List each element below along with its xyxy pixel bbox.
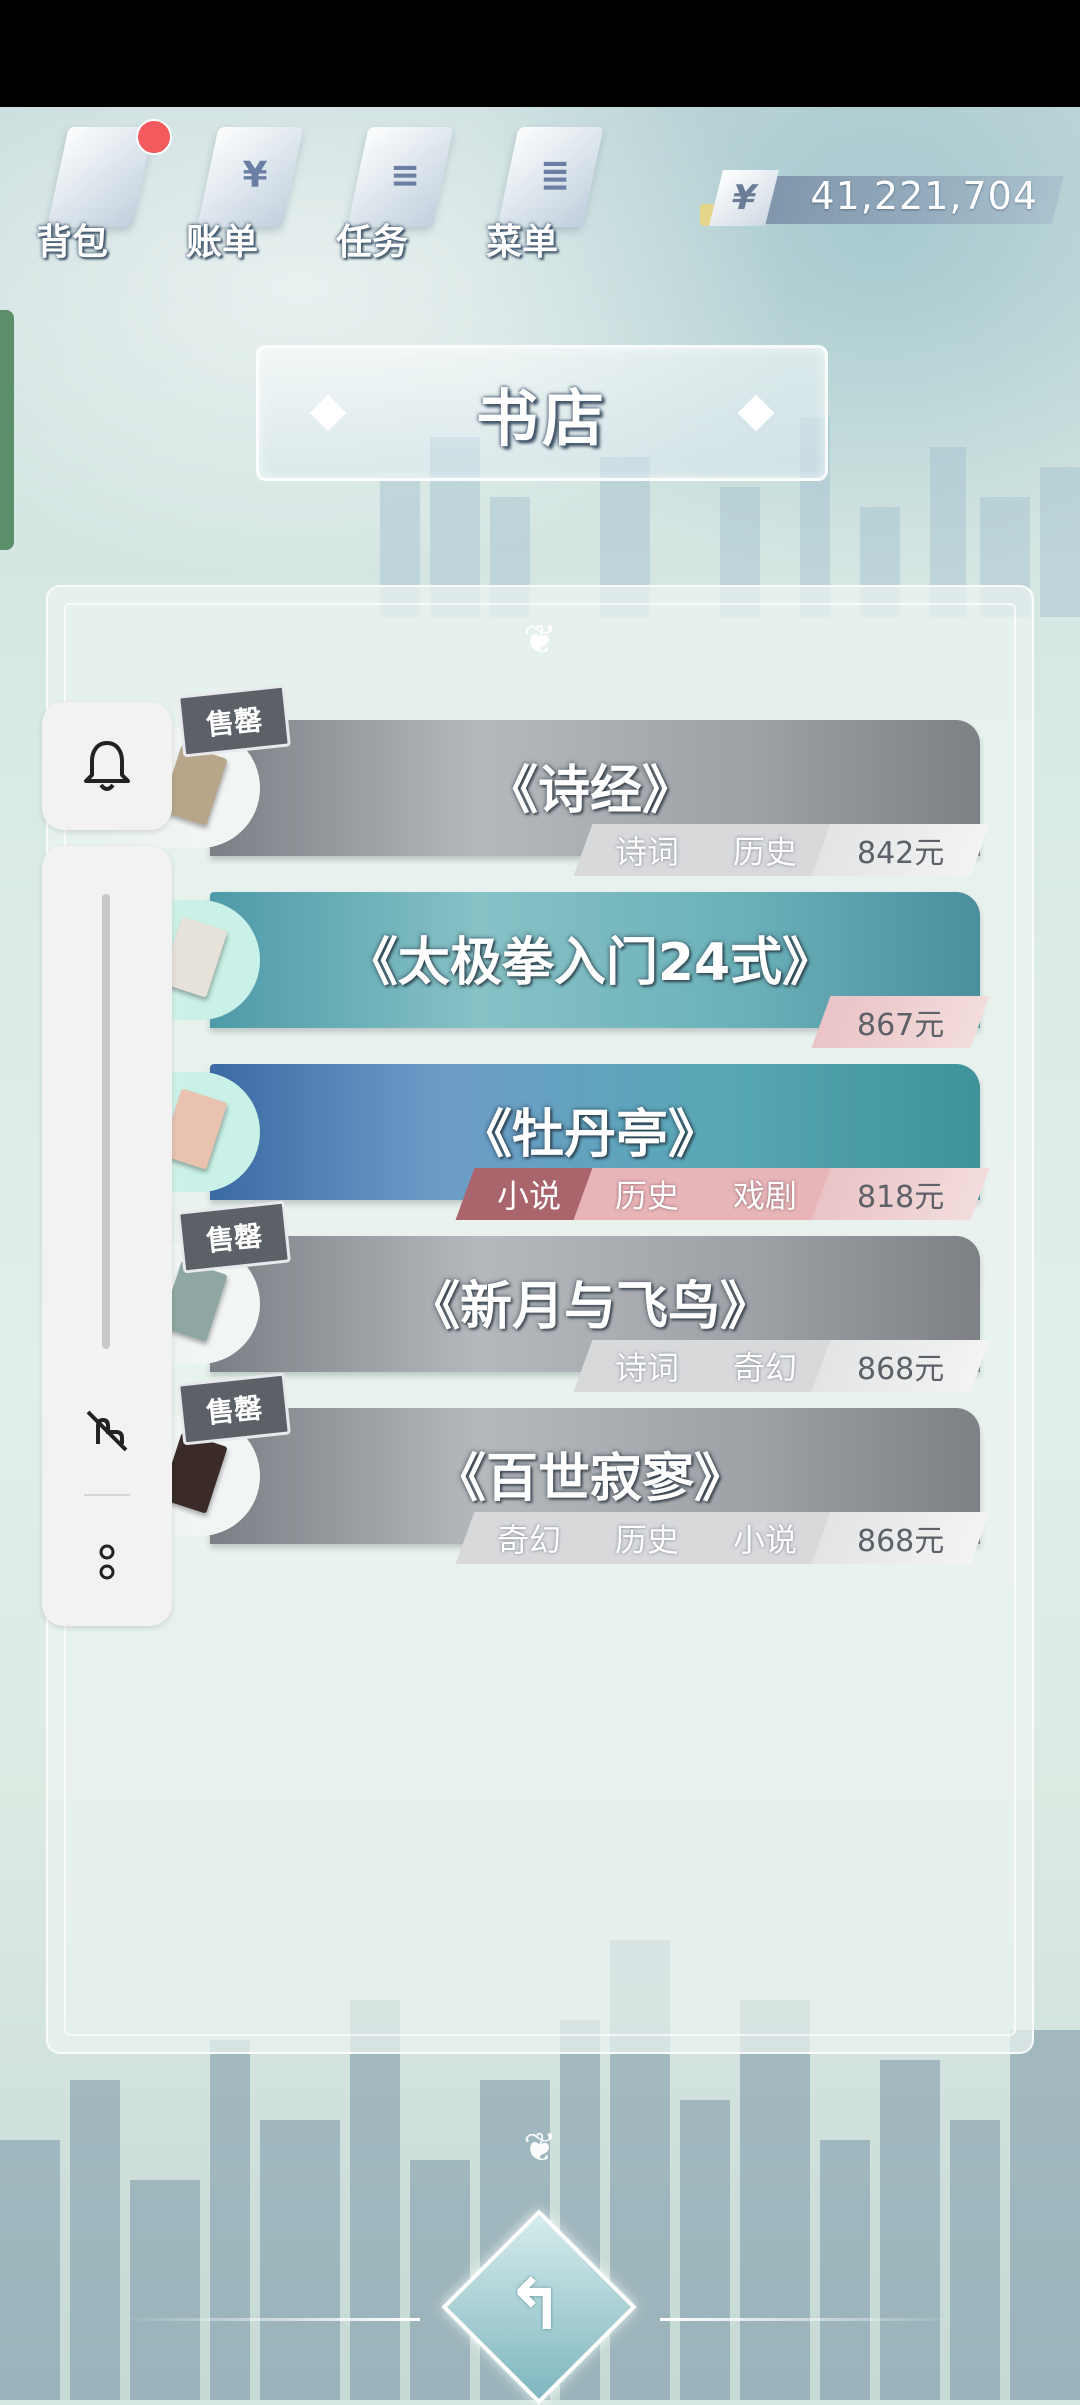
bill-button[interactable]: ¥ 账单 — [180, 115, 310, 265]
tag-label: 奇幻 — [732, 1349, 797, 1387]
gesture-off-icon — [86, 1410, 128, 1452]
tag-label: 小说 — [496, 1177, 561, 1215]
book-row[interactable]: 《太极拳入门24式》 867元 — [90, 892, 990, 1048]
ornament-bottom-icon: ❦ — [523, 2125, 557, 2171]
menu-button[interactable]: ≣ 菜单 — [480, 115, 610, 265]
edge-tab[interactable] — [0, 310, 14, 550]
more-options-button[interactable] — [72, 1528, 142, 1598]
book-tags: 小说 历史 戏剧 818元 — [455, 1168, 990, 1220]
bill-label: 账单 — [186, 222, 259, 263]
tag-label: 诗词 — [614, 833, 679, 871]
task-glyph: ≡ — [389, 154, 421, 196]
book-tags: 奇幻 历史 小说 868元 — [455, 1512, 990, 1564]
task-label: 任务 — [336, 222, 409, 263]
book-tags: 诗词 奇幻 868元 — [573, 1340, 990, 1392]
floating-side-panel — [42, 846, 172, 1626]
sold-out-badge: 售罄 — [177, 684, 291, 758]
tag-label: 历史 — [732, 833, 797, 871]
book-row[interactable]: 售罄 《诗经》 诗词 历史 842元 — [90, 684, 990, 876]
tag-label: 奇幻 — [496, 1521, 561, 1559]
status-bar — [0, 0, 1080, 107]
price-tag: 818元 — [811, 1168, 990, 1220]
tag-label: 小说 — [732, 1521, 797, 1559]
bell-icon — [84, 741, 130, 791]
backpack-glyph — [80, 145, 130, 205]
price-tag: 868元 — [811, 1340, 990, 1392]
book-title: 《百世寂寥》 — [433, 1449, 746, 1509]
gesture-off-button[interactable] — [72, 1394, 142, 1464]
price-tag: 868元 — [811, 1512, 990, 1564]
book-title: 《牡丹亭》 — [459, 1105, 720, 1165]
backpack-label: 背包 — [36, 222, 109, 263]
bill-glyph: ¥ — [242, 154, 268, 196]
book-tags: 867元 — [811, 996, 990, 1048]
tag-label: 历史 — [614, 1177, 679, 1215]
top-nav: 背包 ¥ 账单 ≡ 任务 ≣ 菜单 — [30, 115, 610, 265]
tag-label: 戏剧 — [732, 1177, 797, 1215]
task-button[interactable]: ≡ 任务 — [330, 115, 460, 265]
side-divider — [84, 1494, 130, 1496]
ornament-top-icon: ❦ — [523, 617, 557, 663]
price-tag: 842元 — [811, 824, 990, 876]
backpack-button[interactable]: 背包 — [30, 115, 172, 265]
sold-out-badge: 售罄 — [177, 1372, 291, 1446]
money-display: ¥ 41,221,704 — [700, 170, 1064, 226]
price-label: 842元 — [856, 836, 944, 871]
money-amount: 41,221,704 — [810, 174, 1038, 218]
sold-out-badge: 售罄 — [177, 1200, 291, 1274]
price-label: 818元 — [856, 1180, 944, 1215]
book-title: 《太极拳入门24式》 — [345, 933, 835, 993]
book-row[interactable]: 售罄 《新月与飞鸟》 诗词 奇幻 868元 — [90, 1200, 990, 1392]
bottom-line-right — [660, 2318, 960, 2321]
side-scrollbar[interactable] — [102, 894, 110, 1349]
notification-badge — [136, 119, 172, 155]
menu-label: 菜单 — [486, 222, 559, 263]
price-tag: 867元 — [811, 996, 990, 1048]
notification-bell-button[interactable] — [42, 702, 172, 830]
back-arrow-icon: ↰ — [505, 2264, 565, 2346]
tag-label: 诗词 — [614, 1349, 679, 1387]
currency-symbol: ¥ — [727, 178, 761, 218]
book-row[interactable]: 售罄 《百世寂寥》 奇幻 历史 小说 868元 — [90, 1372, 990, 1564]
title-plate: 书店 — [256, 345, 828, 481]
price-label: 868元 — [856, 1352, 944, 1387]
book-tags: 诗词 历史 842元 — [573, 824, 990, 876]
tag-label: 历史 — [614, 1521, 679, 1559]
menu-glyph: ≣ — [539, 154, 571, 196]
book-title: 《新月与飞鸟》 — [407, 1277, 772, 1337]
bottom-line-left — [120, 2318, 420, 2321]
price-label: 867元 — [856, 1008, 944, 1043]
more-dots-icon — [99, 1544, 115, 1580]
book-row[interactable]: 《牡丹亭》 小说 历史 戏剧 818元 — [90, 1064, 990, 1220]
book-title: 《诗经》 — [485, 761, 694, 821]
price-label: 868元 — [856, 1524, 944, 1559]
